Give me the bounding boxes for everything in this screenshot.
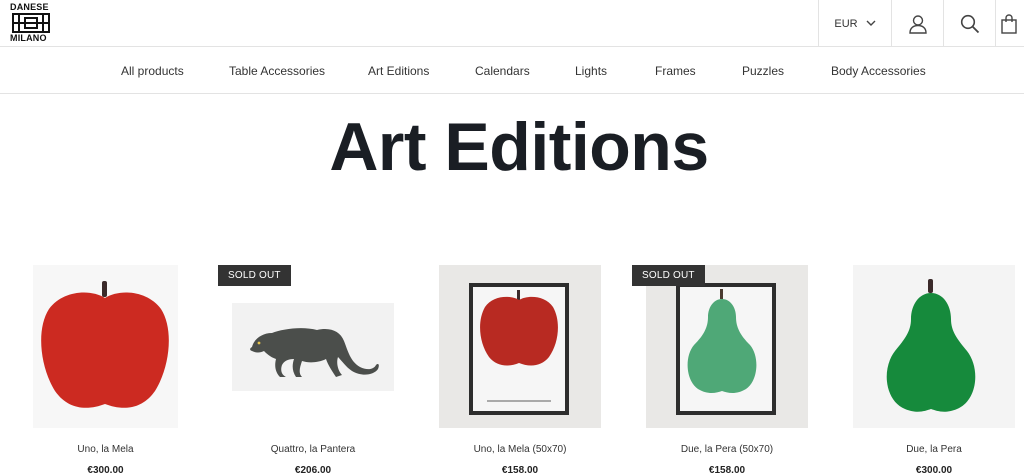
pear-illustration	[886, 279, 976, 412]
product-image[interactable]	[853, 265, 1015, 428]
product-image[interactable]	[439, 265, 601, 428]
nav-item-art-editions[interactable]: Art Editions	[368, 64, 429, 78]
framed-apple-illustration	[469, 283, 569, 415]
product-price: €206.00	[294, 465, 332, 475]
nav-item-puzzles[interactable]: Puzzles	[742, 64, 784, 78]
search-icon	[960, 14, 979, 33]
product-name[interactable]: Quattro, la Pantera	[232, 444, 394, 455]
logo-top-text: DANESE	[10, 2, 49, 12]
product-price: €300.00	[915, 465, 953, 475]
currency-label: EUR	[834, 17, 858, 30]
product-price: €158.00	[501, 465, 539, 475]
logo-mark-icon	[12, 13, 50, 33]
account-button[interactable]	[891, 0, 943, 47]
product-name[interactable]: Uno, la Mela (50x70)	[439, 444, 601, 455]
product-image[interactable]	[232, 303, 394, 391]
bag-icon	[1001, 13, 1017, 34]
framed-pear-illustration	[676, 283, 776, 415]
product-image[interactable]	[646, 265, 808, 428]
product-price: €158.00	[708, 465, 746, 475]
nav-item-lights[interactable]: Lights	[575, 64, 607, 78]
logo-bottom-text: MILANO	[10, 33, 47, 43]
chevron-down-icon	[866, 20, 876, 26]
sold-out-badge: SOLD OUT	[218, 265, 291, 286]
search-button[interactable]	[943, 0, 995, 47]
product-image[interactable]	[33, 265, 178, 428]
panther-illustration	[250, 328, 379, 377]
cart-button[interactable]	[995, 0, 1024, 47]
nav-item-body-accessories[interactable]: Body Accessories	[831, 64, 926, 78]
product-price: €300.00	[87, 465, 124, 475]
sold-out-badge: SOLD OUT	[632, 265, 705, 286]
brand-logo[interactable]: DANESE MILANO	[10, 3, 54, 43]
apple-illustration	[41, 281, 169, 408]
site-header: DANESE MILANO EUR	[0, 0, 1024, 47]
nav-item-calendars[interactable]: Calendars	[475, 64, 530, 78]
nav-item-frames[interactable]: Frames	[655, 64, 696, 78]
user-icon	[908, 14, 927, 34]
product-name[interactable]: Due, la Pera (50x70)	[646, 444, 808, 455]
product-name[interactable]: Uno, la Mela	[33, 444, 178, 455]
nav-item-all-products[interactable]: All products	[121, 64, 184, 78]
page-title: Art Editions	[329, 109, 709, 185]
currency-selector[interactable]: EUR	[818, 0, 891, 47]
category-nav: All products Table Accessories Art Editi…	[0, 47, 1024, 94]
nav-item-table-accessories[interactable]: Table Accessories	[229, 64, 325, 78]
product-name[interactable]: Due, la Pera	[853, 444, 1015, 455]
